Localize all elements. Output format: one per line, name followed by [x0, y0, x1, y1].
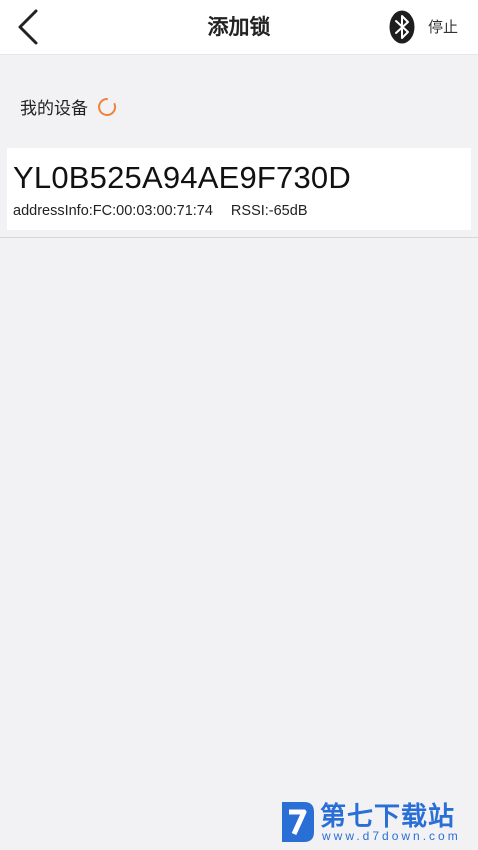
header-bar: 添加锁 停止	[0, 0, 478, 55]
device-meta: addressInfo:FC:00:03:00:71:74 RSSI:-65dB	[13, 203, 308, 219]
device-rssi: RSSI:-65dB	[230, 203, 308, 219]
bluetooth-icon	[389, 10, 415, 44]
section-title: 我的设备	[20, 99, 88, 119]
stop-button[interactable]: 停止	[428, 16, 458, 37]
loading-spinner-icon	[98, 97, 117, 116]
list-divider	[0, 237, 478, 238]
device-name: YL0B525A94AE9F730D	[13, 160, 351, 195]
watermark: 第七下载站 www.d7down.com	[276, 796, 472, 848]
watermark-text: 第七下载站	[320, 802, 456, 832]
watermark-url: www.d7down.com	[322, 829, 461, 843]
device-address: addressInfo:FC:00:03:00:71:74	[13, 203, 213, 219]
watermark-logo-icon	[282, 802, 314, 842]
device-list-item[interactable]: YL0B525A94AE9F730D addressInfo:FC:00:03:…	[7, 148, 471, 230]
app-screen: 添加锁 停止 我的设备 YL0B525A94AE9F730D addressIn…	[0, 0, 478, 850]
my-devices-section: 我的设备	[20, 94, 117, 119]
